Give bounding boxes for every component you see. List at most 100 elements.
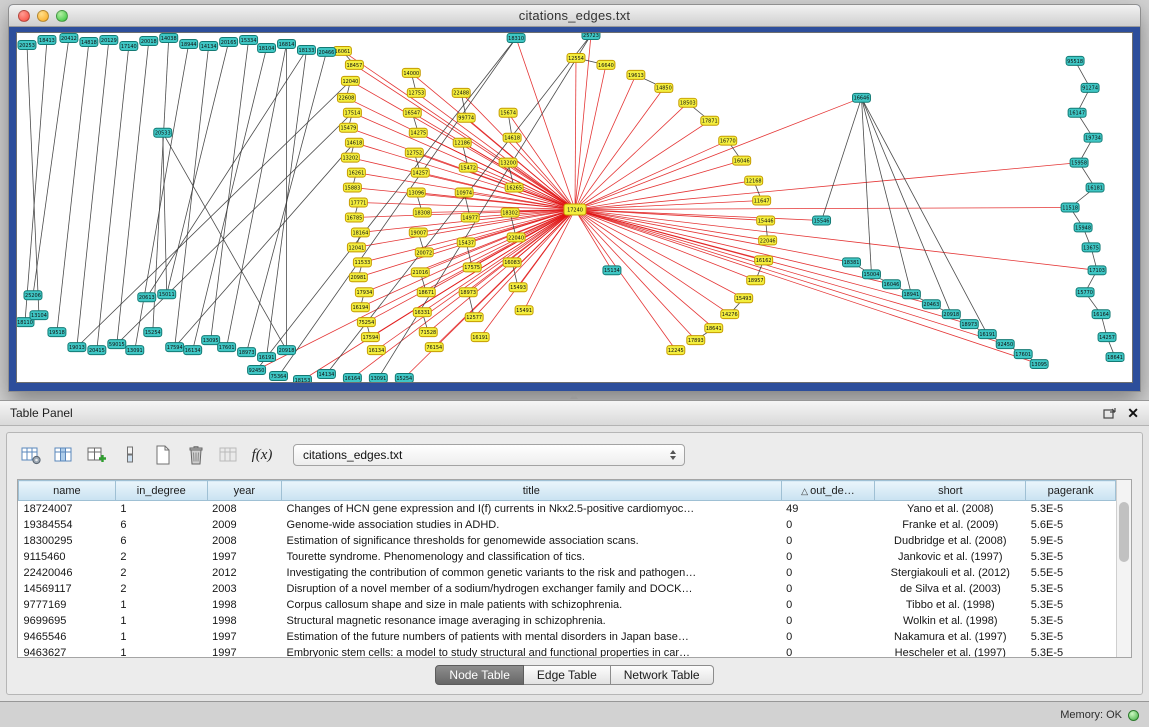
graph-node[interactable]: 19613 — [627, 70, 645, 79]
graph-node[interactable]: 20918 — [278, 346, 296, 355]
graph-node[interactable]: 16147 — [1068, 108, 1086, 117]
graph-node[interactable]: 15254 — [144, 328, 162, 337]
graph-node[interactable]: 14134 — [200, 41, 218, 50]
graph-node[interactable]: 15883 — [343, 183, 361, 192]
graph-node[interactable]: 17594 — [166, 343, 184, 352]
graph-node[interactable]: 14134 — [317, 370, 335, 379]
graph-node[interactable]: 16814 — [278, 39, 296, 48]
graph-node[interactable]: 14276 — [721, 310, 739, 319]
graph-node[interactable]: 14257 — [411, 168, 429, 177]
graph-node[interactable]: 17601 — [218, 343, 236, 352]
graph-node[interactable]: 18973 — [459, 288, 477, 297]
close-window-button[interactable] — [18, 10, 30, 22]
graph-node[interactable]: 15472 — [459, 163, 477, 172]
graph-node[interactable]: 14618 — [345, 138, 363, 147]
network-canvas[interactable]: 1724016061184571204022608175141547914618… — [16, 32, 1133, 383]
graph-node[interactable]: 13091 — [126, 346, 144, 355]
graph-node[interactable]: 15770 — [1076, 288, 1094, 297]
graph-node[interactable]: 75364 — [270, 372, 288, 381]
table-row[interactable]: 2242004622012Investigating the contribut… — [19, 565, 1116, 581]
graph-node[interactable]: 12752 — [405, 148, 423, 157]
graph-node[interactable]: 92450 — [996, 340, 1014, 349]
graph-node[interactable]: 16640 — [597, 60, 615, 69]
graph-node[interactable]: 18671 — [417, 288, 435, 297]
graph-node[interactable]: 15674 — [499, 108, 517, 117]
graph-node[interactable]: 20165 — [220, 37, 238, 46]
table-row[interactable]: 969969511998Structural magnetic resonanc… — [19, 613, 1116, 629]
graph-node[interactable]: 20018 — [140, 36, 158, 45]
graph-node[interactable]: 18310 — [507, 33, 525, 42]
graph-node[interactable]: 16061 — [333, 46, 351, 55]
graph-node[interactable]: 19734 — [1084, 133, 1102, 142]
table-selector-dropdown[interactable]: citations_edges.txt — [293, 444, 685, 466]
table-options-icon[interactable] — [19, 443, 43, 467]
graph-node[interactable]: 15546 — [813, 216, 831, 225]
graph-node[interactable]: 18957 — [747, 276, 765, 285]
import-table-icon[interactable] — [217, 443, 241, 467]
graph-node[interactable]: 13095 — [1030, 360, 1048, 369]
graph-node[interactable]: 16046 — [882, 280, 900, 289]
create-column-icon[interactable] — [85, 443, 109, 467]
graph-node[interactable]: 16164 — [1092, 310, 1110, 319]
graph-node[interactable]: 12577 — [465, 313, 483, 322]
graph-node[interactable]: 17771 — [349, 198, 367, 207]
graph-node[interactable]: 22488 — [452, 88, 470, 97]
graph-node[interactable]: 16083 — [503, 258, 521, 267]
new-document-icon[interactable] — [151, 443, 175, 467]
graph-node[interactable]: 16547 — [403, 108, 421, 117]
zoom-window-button[interactable] — [56, 10, 68, 22]
graph-node[interactable]: 17934 — [355, 288, 373, 297]
graph-node[interactable]: 20466 — [317, 47, 335, 56]
graph-node[interactable]: 17594 — [361, 333, 379, 342]
close-panel-icon[interactable]: ✕ — [1127, 406, 1139, 420]
column-header-in-degree[interactable]: in_degree — [115, 481, 207, 501]
graph-node[interactable]: 14618 — [503, 133, 521, 142]
graph-node[interactable]: 18104 — [258, 43, 276, 52]
graph-node[interactable]: 14850 — [655, 83, 673, 92]
graph-node[interactable]: 15334 — [240, 35, 258, 44]
graph-node[interactable]: 15004 — [862, 270, 880, 279]
graph-node[interactable]: 20981 — [349, 273, 367, 282]
graph-node[interactable]: 13104 — [30, 311, 48, 320]
graph-node[interactable]: 14000 — [402, 68, 420, 77]
graph-node[interactable]: 20253 — [18, 40, 36, 49]
graph-node[interactable]: 20463 — [922, 300, 940, 309]
graph-node[interactable]: 16646 — [853, 93, 871, 102]
table-row[interactable]: 1456911722003Disruption of a novel membe… — [19, 581, 1116, 597]
graph-node[interactable]: 17575 — [463, 263, 481, 272]
graph-node[interactable]: 12245 — [667, 346, 685, 355]
graph-node[interactable]: 22046 — [759, 236, 777, 245]
graph-node[interactable]: 13202 — [341, 153, 359, 162]
column-header-pagerank[interactable]: pagerank — [1026, 481, 1116, 501]
graph-node[interactable]: 15011 — [158, 290, 176, 299]
table-row[interactable]: 1938455462009Genome-wide association stu… — [19, 517, 1116, 533]
column-header-name[interactable]: name — [19, 481, 116, 501]
graph-node[interactable]: 14275 — [409, 128, 427, 137]
graph-node[interactable]: 75254 — [357, 318, 375, 327]
graph-node[interactable]: 18308 — [413, 208, 431, 217]
graph-node[interactable]: 18973 — [960, 320, 978, 329]
panel-divider[interactable] — [568, 393, 580, 400]
graph-node[interactable]: 16162 — [755, 256, 773, 265]
float-panel-icon[interactable] — [1103, 407, 1117, 419]
graph-node[interactable]: 16191 — [258, 353, 276, 362]
graph-node[interactable]: 16191 — [978, 330, 996, 339]
graph-node[interactable]: 92450 — [248, 366, 266, 375]
graph-node[interactable]: 13675 — [1082, 243, 1100, 252]
graph-node[interactable]: 20072 — [415, 248, 433, 257]
show-columns-icon[interactable] — [52, 443, 76, 467]
graph-node[interactable]: 20613 — [138, 293, 156, 302]
graph-node[interactable]: 18133 — [297, 45, 315, 54]
graph-node[interactable]: 16181 — [1086, 183, 1104, 192]
graph-node[interactable]: 18164 — [351, 228, 369, 237]
graph-node[interactable]: 17140 — [120, 41, 138, 50]
graph-node[interactable]: 17514 — [343, 108, 361, 117]
tab-network-table[interactable]: Network Table — [611, 665, 714, 685]
graph-node[interactable]: 15491 — [515, 306, 533, 315]
graph-node[interactable]: 16164 — [343, 374, 361, 382]
graph-node[interactable]: 18302 — [501, 208, 519, 217]
graph-node[interactable]: 20533 — [154, 128, 172, 137]
tab-node-table[interactable]: Node Table — [435, 665, 524, 685]
graph-node[interactable]: 18153 — [294, 376, 312, 382]
graph-node[interactable]: 12186 — [453, 138, 471, 147]
